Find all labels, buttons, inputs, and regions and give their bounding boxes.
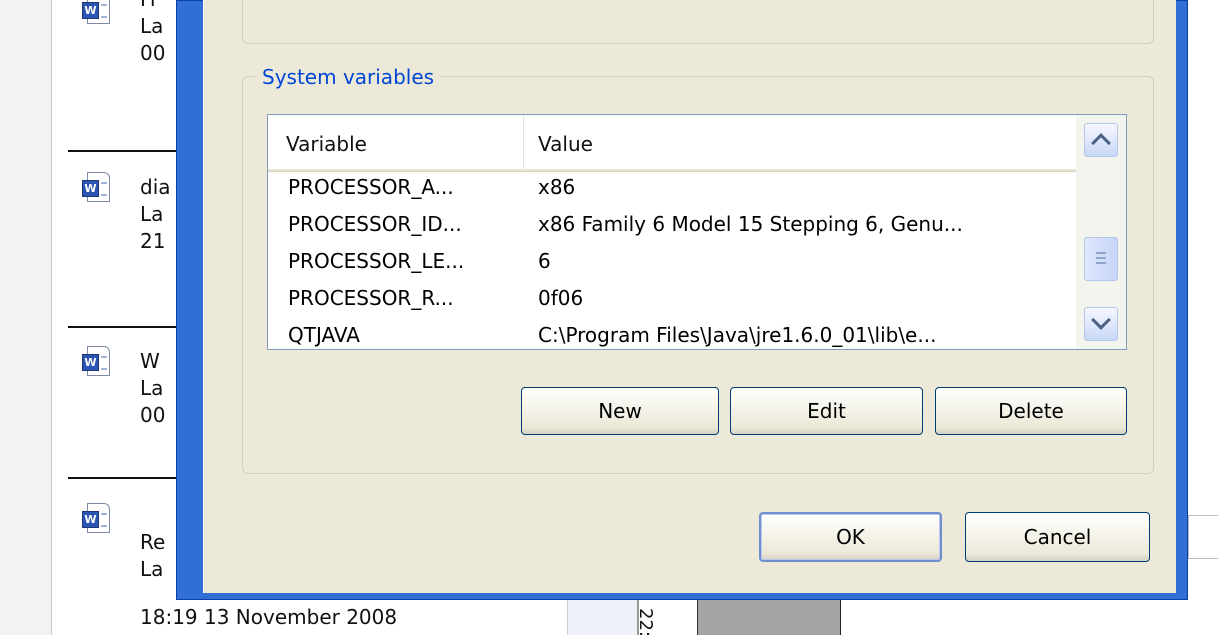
document-name: Re [140,530,166,554]
document-label: La [140,202,164,226]
document-label: La [140,14,164,38]
document-time: 21 [140,229,166,253]
chevron-up-icon [1091,133,1111,153]
list-rows: PROCESSOR_A... x86 PROCESSOR_ID... x86 F… [268,172,1076,357]
new-button[interactable]: New [521,387,719,435]
table-row[interactable]: PROCESSOR_ID... x86 Family 6 Model 15 St… [268,209,1076,246]
scroll-down-button[interactable] [1084,307,1118,341]
chevron-down-icon [1091,310,1111,330]
value-cell: 0f06 [538,286,584,310]
document-name: Fr [140,0,180,13]
scroll-thumb[interactable] [1084,237,1118,281]
word-document-icon: W [82,346,112,380]
background-panel [840,600,1218,635]
document-name: W [140,349,160,373]
vertical-scrollbar[interactable] [1076,115,1126,349]
background-panel [567,600,637,635]
document-date: 18:19 13 November 2008 [140,605,398,629]
word-document-icon: W [82,0,112,28]
variable-cell: PROCESSOR_A... [288,175,454,199]
document-name: dia [140,175,171,199]
document-label: La [140,557,164,581]
word-document-icon: W [82,172,112,206]
table-row[interactable]: QTJAVA C:\Program Files\Java\jre1.6.0_01… [268,320,1076,357]
value-cell: x86 [538,175,576,199]
user-variables-group [242,0,1154,44]
document-label: La [140,376,164,400]
value-cell: 6 [538,249,551,273]
left-nav-strip [0,0,52,635]
column-header-variable[interactable]: Variable [268,115,524,169]
variable-cell: PROCESSOR_LE... [288,249,465,273]
value-cell: C:\Program Files\Java\jre1.6.0_01\lib\e.… [538,323,937,347]
variable-cell: PROCESSOR_ID... [288,212,462,236]
variable-cell: PROCESSOR_R... [288,286,454,310]
background-panel [697,600,840,635]
cancel-button[interactable]: Cancel [965,512,1150,562]
document-time: 00 [140,41,166,65]
delete-button[interactable]: Delete [935,387,1127,435]
system-variables-label: System variables [256,64,441,90]
system-variables-list[interactable]: Variable Value PROCESSOR_A... x86 PROCES… [267,114,1127,350]
vertical-label: 22: [635,608,656,635]
list-header: Variable Value [268,115,1076,172]
ok-button[interactable]: OK [759,512,942,562]
column-header-value[interactable]: Value [524,115,1076,169]
word-document-icon: W [82,503,112,537]
value-cell: x86 Family 6 Model 15 Stepping 6, Genu..… [538,212,963,236]
table-row[interactable]: PROCESSOR_A... x86 [268,172,1076,209]
background-panel [1188,515,1218,559]
variable-cell: QTJAVA [288,323,360,347]
document-time: 00 [140,403,166,427]
edit-button[interactable]: Edit [730,387,923,435]
grip-icon [1096,252,1106,264]
scroll-up-button[interactable] [1084,123,1118,157]
table-row[interactable]: PROCESSOR_LE... 6 [268,246,1076,283]
table-row[interactable]: PROCESSOR_R... 0f06 [268,283,1076,320]
